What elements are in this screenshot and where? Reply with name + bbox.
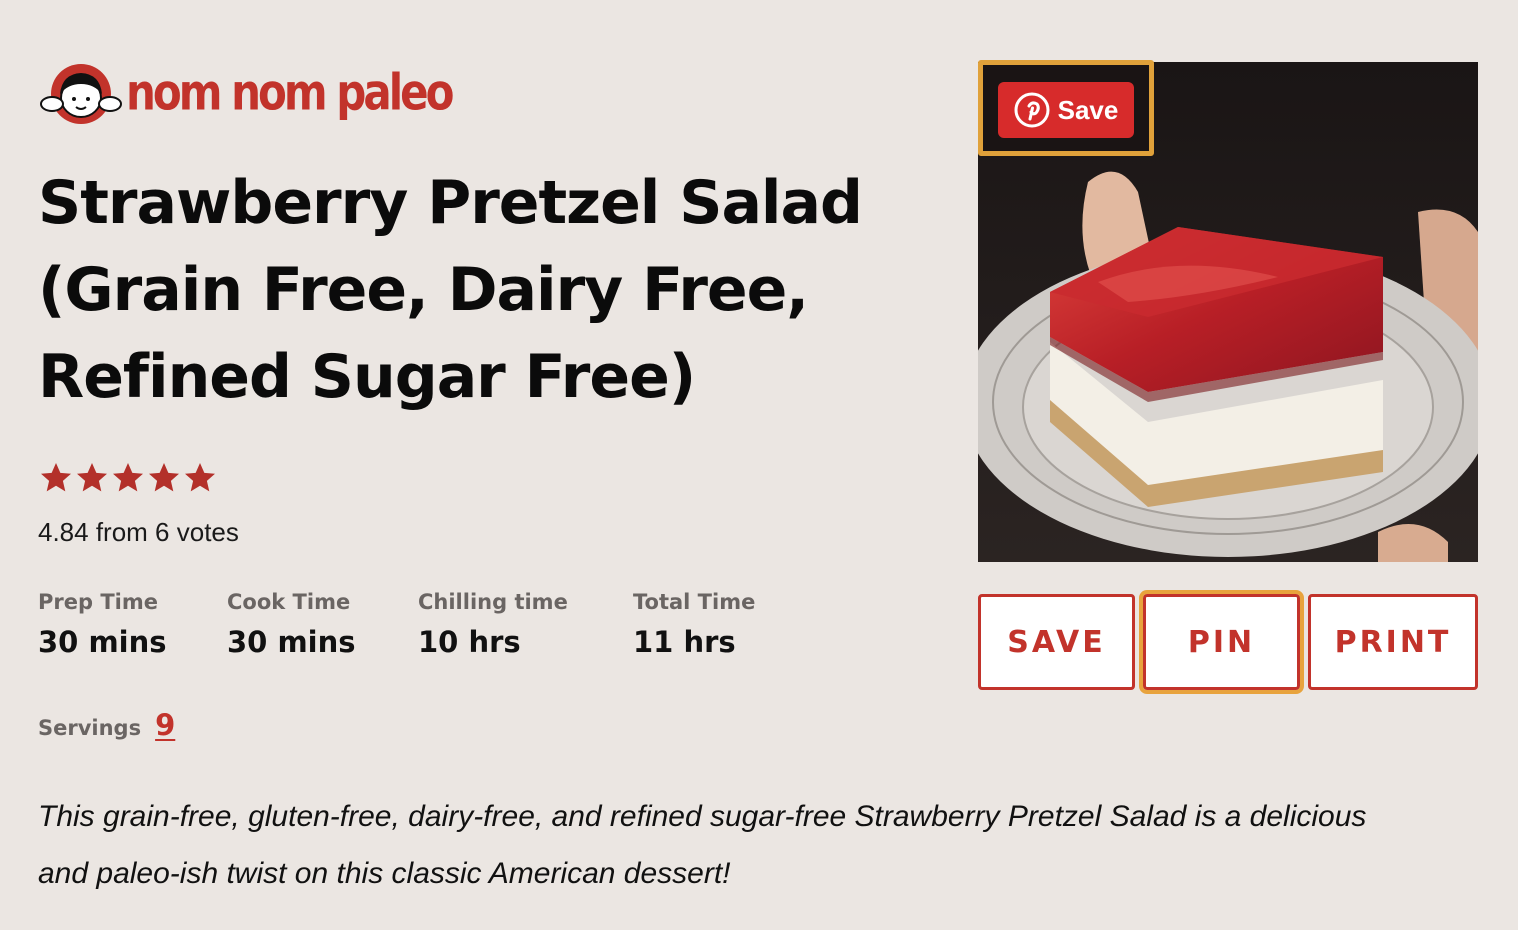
time-value: 30 mins (227, 625, 356, 659)
time-label: Cook Time (227, 590, 351, 614)
girl-face-logo-icon (40, 64, 122, 124)
pinterest-save-label: Save (1057, 94, 1119, 125)
time-label: Chilling time (418, 590, 568, 614)
pin-button[interactable]: PIN (1139, 590, 1304, 694)
prep-time: Prep Time 30 mins (38, 590, 167, 659)
cook-time: Cook Time 30 mins (227, 590, 356, 659)
time-value: 30 mins (38, 625, 167, 659)
star-rating[interactable] (38, 458, 218, 498)
time-label: Total Time (633, 590, 756, 614)
recipe-description: This grain-free, gluten-free, dairy-free… (38, 800, 1367, 890)
star-icon[interactable] (74, 458, 110, 498)
print-button[interactable]: PRINT (1308, 594, 1478, 690)
time-label: Prep Time (38, 590, 158, 614)
star-icon[interactable] (182, 458, 218, 498)
recipe-title: Strawberry Pretzel Salad (Grain Free, Da… (38, 168, 863, 412)
servings-adjuster[interactable]: 9 (155, 708, 175, 742)
time-value: 10 hrs (418, 625, 521, 659)
rating-summary: 4.84 from 6 votes (38, 517, 239, 547)
pinterest-save-overlay: Save (978, 60, 1154, 156)
star-icon[interactable] (38, 458, 74, 498)
save-button[interactable]: SAVE (978, 594, 1135, 690)
chilling-time: Chilling time 10 hrs (418, 590, 568, 659)
time-value: 11 hrs (633, 625, 736, 659)
logo-wordmark: nom nom paleo (126, 63, 454, 122)
star-icon[interactable] (110, 458, 146, 498)
pinterest-save-button[interactable]: Save (998, 82, 1134, 138)
site-logo[interactable]: nom nom paleo (38, 60, 454, 126)
servings-label: Servings (38, 716, 142, 740)
servings: Servings 9 (38, 708, 175, 742)
pinterest-icon (1014, 92, 1050, 128)
total-time: Total Time 11 hrs (633, 590, 755, 659)
star-icon[interactable] (146, 458, 182, 498)
